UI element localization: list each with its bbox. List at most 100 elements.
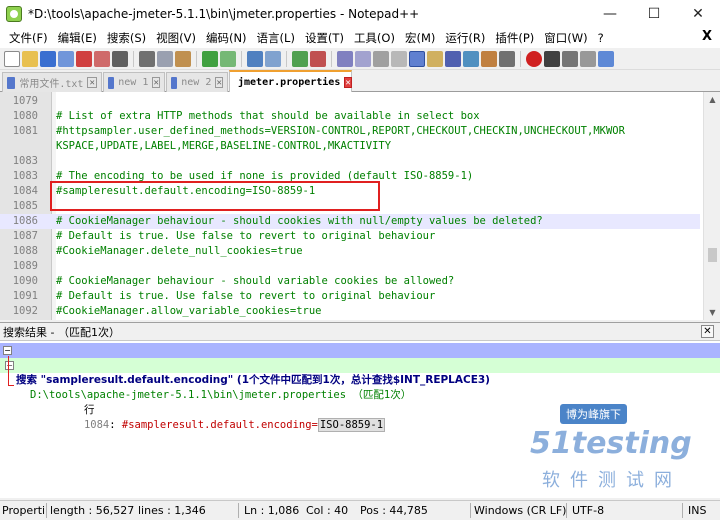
new-file-icon[interactable] (4, 50, 20, 67)
watermark-subtitle: 软件测试网 (542, 470, 682, 491)
menu-view[interactable]: 视图(V) (151, 30, 201, 46)
status-separator (46, 503, 47, 518)
cut-icon[interactable] (139, 50, 155, 67)
tab-close-icon[interactable]: ✕ (344, 76, 352, 88)
code-text: # CookieManager behaviour - should cooki… (56, 215, 543, 227)
monitoring-icon[interactable] (499, 50, 515, 67)
show-all-characters-icon[interactable] (391, 50, 407, 67)
search-summary-row[interactable]: − 搜索 "sampleresult.default.encoding" (1个… (0, 343, 720, 386)
minimize-button[interactable]: — (588, 0, 632, 28)
scroll-thumb[interactable] (708, 248, 717, 262)
close-all-icon[interactable] (94, 50, 110, 67)
print-icon[interactable] (112, 50, 128, 67)
menu-help[interactable]: ? (593, 31, 609, 45)
code-line[interactable]: 1081 #httpsampler.user_defined_methods=VE… (0, 124, 700, 139)
menu-file[interactable]: 文件(F) (4, 30, 53, 46)
tab-close-icon[interactable]: ✕ (152, 77, 160, 88)
open-file-icon[interactable] (22, 50, 38, 67)
hit-text: #sampleresult.default.encoding= (121, 419, 318, 431)
maximize-button[interactable]: ☐ (632, 0, 676, 28)
search-hit-row[interactable]: 行 1084: #sampleresult.default.encoding= I… (0, 373, 720, 432)
status-separator (238, 503, 239, 518)
close-document-icon[interactable]: X (702, 29, 712, 44)
editor-vertical-scrollbar[interactable]: ▲ ▼ (703, 92, 720, 320)
tab-new-2[interactable]: new 2 ✕ (166, 72, 228, 92)
collapse-icon[interactable]: − (3, 346, 12, 355)
replace-icon[interactable] (265, 50, 281, 67)
sync-horizontal-icon[interactable] (355, 50, 371, 67)
menu-search[interactable]: 搜索(S) (102, 30, 151, 46)
function-list-icon[interactable] (463, 50, 479, 67)
menu-plugins[interactable]: 插件(P) (490, 30, 539, 46)
tab-close-icon[interactable]: ✕ (87, 77, 97, 88)
menu-window[interactable]: 窗口(W) (539, 30, 592, 46)
undo-icon[interactable] (202, 50, 218, 67)
menu-language[interactable]: 语言(L) (252, 30, 300, 46)
stop-macro-icon[interactable] (544, 50, 560, 67)
window-title: *D:\tools\apache-jmeter-5.1.1\bin\jmeter… (28, 7, 420, 21)
menu-run[interactable]: 运行(R) (440, 30, 490, 46)
code-line[interactable]: 1080 # List of extra HTTP methods that sh… (0, 109, 700, 124)
code-line[interactable]: 1087 # Default is true. Use false to reve… (0, 229, 700, 244)
menu-edit[interactable]: 编辑(E) (53, 30, 102, 46)
tab-jmeter-properties[interactable]: jmeter.properties ✕ (229, 70, 352, 92)
current-code-line[interactable]: 1086 # CookieManager behaviour - should c… (0, 214, 700, 229)
document-map-icon[interactable] (445, 50, 461, 67)
menu-settings[interactable]: 设置(T) (300, 30, 349, 46)
save-all-icon[interactable] (58, 50, 74, 67)
indent-guide-icon[interactable] (409, 50, 425, 67)
search-results-panel-header: 搜索结果 - （匹配1次） ✕ (0, 322, 720, 340)
code-line[interactable]: 1089 (0, 259, 700, 274)
word-wrap-icon[interactable] (373, 50, 389, 67)
status-line-number: Ln : 1,086 (244, 504, 300, 517)
menu-encoding[interactable]: 编码(N) (201, 30, 252, 46)
watermark: 博为峰旗下 51testing 软件测试网 (516, 404, 706, 494)
save-macro-icon[interactable] (598, 50, 614, 67)
scroll-up-icon[interactable]: ▲ (704, 92, 720, 107)
close-file-icon[interactable] (76, 50, 92, 67)
paste-icon[interactable] (175, 50, 191, 67)
tab-close-icon[interactable]: ✕ (215, 77, 223, 88)
close-panel-icon[interactable]: ✕ (701, 325, 714, 338)
title-bar: *D:\tools\apache-jmeter-5.1.1\bin\jmeter… (0, 0, 720, 28)
line-number: 1091 (12, 290, 38, 302)
close-button[interactable]: ✕ (676, 0, 720, 28)
zoom-in-icon[interactable] (292, 50, 308, 67)
status-column: Col : 40 (306, 504, 349, 517)
menu-bar: 文件(F) 编辑(E) 搜索(S) 视图(V) 编码(N) 语言(L) 设置(T… (0, 28, 720, 48)
search-file-row[interactable]: − D:\tools\apache-jmeter-5.1.1\bin\jmete… (0, 358, 720, 401)
line-number: 1085 (12, 200, 38, 212)
zoom-out-icon[interactable] (310, 50, 326, 67)
fold-guide-line (8, 356, 9, 386)
search-results-title: 搜索结果 - （匹配1次） (3, 325, 120, 339)
editor[interactable]: 1079 1080 # List of extra HTTP methods th… (0, 92, 720, 320)
redo-icon[interactable] (220, 50, 236, 67)
code-line[interactable]: 1088 #CookieManager.delete_null_cookies=t… (0, 244, 700, 259)
code-line[interactable]: 1083 (0, 154, 700, 169)
code-line[interactable]: 1091 # Default is true. Use false to reve… (0, 289, 700, 304)
user-defined-language-icon[interactable] (427, 50, 443, 67)
collapse-icon[interactable]: − (5, 361, 14, 370)
code-line[interactable]: 1092 #CookieManager.allow_variable_cookie… (0, 304, 700, 319)
tab-new-1[interactable]: new 1 ✕ (103, 72, 165, 92)
copy-icon[interactable] (157, 50, 173, 67)
play-multiple-macro-icon[interactable] (580, 50, 596, 67)
menu-macro[interactable]: 宏(M) (400, 30, 440, 46)
tab-label: new 1 (118, 77, 149, 88)
record-macro-icon[interactable] (526, 50, 542, 67)
toolbar (0, 48, 720, 70)
save-icon[interactable] (40, 50, 56, 67)
line-number: 1081 (12, 125, 38, 137)
sync-vertical-icon[interactable] (337, 50, 353, 67)
code-line[interactable]: 1079 (0, 94, 700, 109)
line-number: 1080 (12, 110, 38, 122)
folder-as-workspace-icon[interactable] (481, 50, 497, 67)
code-line[interactable]: KSPACE,UPDATE,LABEL,MERGE,BASELINE-CONTR… (0, 139, 700, 154)
scroll-down-icon[interactable]: ▼ (704, 305, 720, 320)
tab-common-files[interactable]: 常用文件.txt ✕ (2, 72, 102, 92)
code-text: KSPACE,UPDATE,LABEL,MERGE,BASELINE-CONTR… (56, 140, 392, 152)
play-macro-icon[interactable] (562, 50, 578, 67)
code-line[interactable]: 1090 # CookieManager behaviour - should v… (0, 274, 700, 289)
menu-tools[interactable]: 工具(O) (349, 30, 400, 46)
find-icon[interactable] (247, 50, 263, 67)
